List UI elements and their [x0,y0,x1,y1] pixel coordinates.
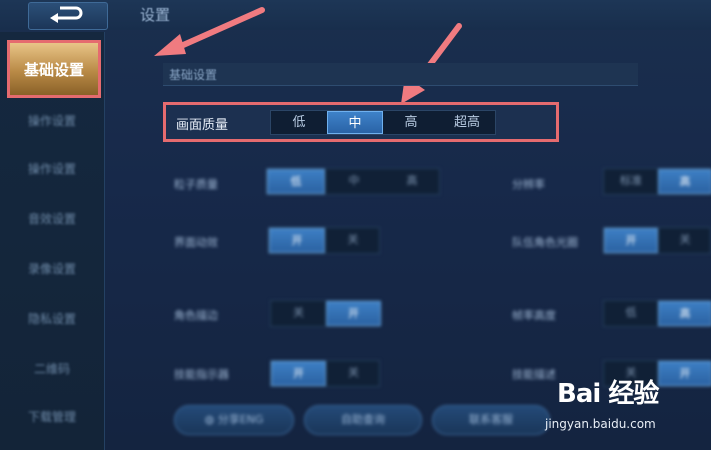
option-button[interactable]: 开 [326,301,381,326]
setting-toggle: 标准 高 [603,168,711,195]
quality-setting-row: 画面质量 低 中 高 超高 [163,102,559,142]
quality-option-medium[interactable]: 中 [327,111,383,134]
sidebar-item[interactable]: 操作设置 [0,112,104,129]
setting-toggle: 低 高 [603,300,711,327]
self-service-button[interactable]: 自助查询 [304,405,422,435]
quality-selector: 低 中 高 超高 [270,110,496,135]
sidebar-item[interactable]: 录像设置 [0,260,104,277]
setting-label: 技能指示器 [174,368,229,381]
watermark-logo-text: Bai 经验 [557,379,659,409]
option-button[interactable]: 开 [604,228,658,253]
setting-toggle: 开 关 [270,360,380,387]
option-button[interactable]: 高 [383,169,441,194]
share-button-label: 分享ENG [217,413,264,426]
setting-label: 角色描边 [174,309,218,322]
watermark-url: jingyan.baidu.com [545,417,656,431]
setting-label: 帧率高度 [512,309,556,322]
sidebar-item[interactable]: 二维码 [0,360,104,377]
share-button[interactable]: ◍ 分享ENG [174,405,294,435]
setting-toggle: 开 关 [603,227,711,254]
option-button[interactable]: 低 [604,301,658,326]
option-button[interactable]: 开 [269,228,325,253]
sidebar-item[interactable]: 操作设置 [0,160,104,177]
sidebar-item-basic-settings[interactable]: 基础设置 [7,40,101,98]
back-arrow-icon [50,6,83,23]
option-button[interactable]: 高 [658,301,711,326]
setting-label: 分辨率 [512,178,545,191]
option-button[interactable]: 标准 [604,169,658,194]
sidebar-item[interactable]: 隐私设置 [0,310,104,327]
baidu-watermark: Bai 经验 jingyan.baidu.com [545,367,705,437]
contact-support-button[interactable]: 联系客服 [432,405,550,435]
option-button[interactable]: 关 [326,361,381,386]
section-title: 基础设置 [169,68,218,82]
sidebar-item[interactable]: 下载管理 [0,408,104,425]
setting-toggle: 关 开 [270,300,381,327]
quality-option-high[interactable]: 高 [383,111,439,134]
quality-option-low[interactable]: 低 [271,111,327,134]
setting-toggle: 低 中 高 [266,168,440,195]
setting-label: 粒子质量 [174,178,218,191]
option-button[interactable]: 中 [325,169,383,194]
option-button[interactable]: 高 [658,169,711,194]
setting-label: 界面动效 [174,236,218,249]
quality-label: 画面质量 [176,118,229,133]
top-bar: 设置 [0,0,711,30]
globe-icon: ◍ [204,413,218,426]
back-button[interactable] [28,2,108,30]
option-button[interactable]: 低 [267,169,325,194]
quality-option-ultra[interactable]: 超高 [439,111,495,134]
sidebar-item[interactable]: 音效设置 [0,210,104,227]
option-button[interactable]: 开 [271,361,326,386]
option-button[interactable]: 关 [271,301,326,326]
section-header: 基础设置 [163,63,638,86]
setting-toggle: 开 关 [268,227,380,254]
annotation-arrow-icon [154,7,265,56]
option-button[interactable]: 关 [325,228,381,253]
option-button[interactable]: 关 [658,228,711,253]
setting-label: 队伍角色光圈 [512,236,578,249]
